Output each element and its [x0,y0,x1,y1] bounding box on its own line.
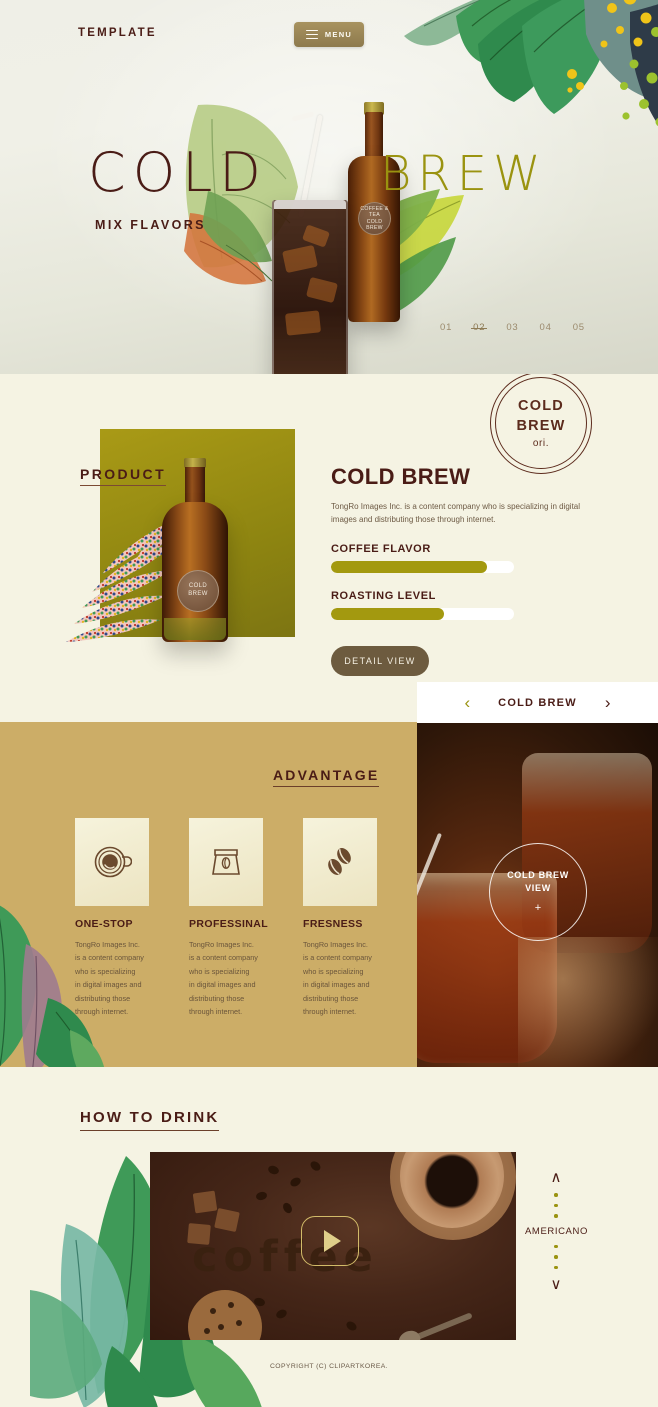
chevron-left-icon[interactable]: ‹ [465,694,471,711]
badge-line-1: COLD [518,397,564,414]
pager-item-02[interactable]: 02 [471,322,488,333]
bar-label-coffee-flavor: COFFEE FLAVOR [331,543,431,556]
hero-section: TEMPLATE MENU COFFEE & TEA COLD BREW COL… [0,0,658,374]
hero-slide-pagination[interactable]: 01 02 03 04 05 [440,322,585,333]
chocolate-cube [214,1207,240,1233]
bar-fill-coffee-flavor [331,561,487,574]
pager-item-04[interactable]: 04 [540,322,552,333]
chevron-right-icon[interactable]: › [605,694,611,711]
chocolate-cube [192,1190,218,1214]
play-icon [323,1230,341,1252]
hero-bottle: COFFEE & TEA COLD BREW [348,98,400,322]
how-to-drink-label: HOW TO DRINK [80,1109,220,1131]
cold-brew-carousel-nav: ‹ COLD BREW › [417,682,658,723]
cold-brew-view-button[interactable]: COLD BREW VIEW + [489,843,587,941]
coffee-cup-icon [94,846,132,878]
pager-item-05[interactable]: 05 [573,322,585,333]
bar-label-roasting-level: ROASTING LEVEL [331,590,436,603]
coffee-bean [308,1159,323,1173]
bottle-label-top: COFFEE & TEA [360,205,389,219]
badge-line-2: BREW [516,417,566,434]
advantage-icon-box [303,818,377,906]
copyright-text: COPYRIGHT (C) CLIPARTKOREA. [269,1363,389,1370]
bar-track-roasting-level [331,608,514,621]
coffee-bean [274,1308,289,1320]
advantage-section: ADVANTAGE ONE-STOP TongRo Images Inc. is… [0,722,417,1067]
view-circle-line-1: COLD BREW [507,870,569,880]
advantage-icon-box [75,818,149,906]
tropical-leaves-decoration-advantage-left [0,902,106,1067]
side-nav-dots-above [525,1193,587,1218]
bottle-label-line2: BREW [366,225,383,231]
advantage-card-desc: TongRo Images Inc. is a content company … [189,940,258,1017]
chevron-up-icon[interactable]: ∧ [525,1170,587,1185]
view-circle-line-2: VIEW [525,883,551,893]
advantage-card-list: ONE-STOP TongRo Images Inc. is a content… [75,818,377,1019]
product-bottle-label-line1: COLD [188,583,208,590]
plus-icon: + [534,902,542,914]
product-description: TongRo Images Inc. is a content company … [331,502,581,525]
advantage-card-title: PROFESSINAL [189,918,269,930]
advantage-card-fresness: FRESNESS TongRo Images Inc. is a content… [303,818,377,1019]
how-to-drink-video[interactable]: coffee [150,1152,516,1340]
product-section-label: PRODUCT [80,466,167,486]
cold-brew-badge: COLD BREW ori. [490,374,592,474]
product-info: COLD BREW TongRo Images Inc. is a conten… [331,464,631,677]
cookie [188,1290,262,1340]
bar-track-coffee-flavor [331,561,514,574]
menu-button-label: MENU [324,30,353,39]
advantage-section-label: ADVANTAGE [273,767,380,787]
advantage-card-desc: TongRo Images Inc. is a content company … [303,940,372,1017]
badge-line-3: ori. [532,438,550,450]
advantage-icon-box [189,818,263,906]
cold-brew-nav-label: COLD BREW [498,696,577,709]
straw-bend [291,111,315,122]
coffee-beans-icon [328,848,351,875]
pager-item-03[interactable]: 03 [506,322,518,333]
product-bottle-foot [164,618,226,640]
product-bottle-label-line2: BREW [188,591,208,597]
spoon [411,1312,473,1340]
pager-item-01[interactable]: 01 [440,322,452,333]
menu-button[interactable]: MENU [294,22,364,47]
side-nav-dots-below [525,1244,587,1269]
site-logo[interactable]: TEMPLATE [78,27,157,39]
coffee-bean [281,1201,294,1215]
advantage-card-professinal: PROFESSINAL TongRo Images Inc. is a cont… [189,818,269,1019]
hero-title-cold: COLD [88,141,268,204]
chevron-down-icon[interactable]: ∨ [525,1277,587,1292]
coffee-bag-icon [212,849,240,875]
hero-subtitle: MIX FLAVORS [95,218,206,232]
play-button[interactable] [301,1216,359,1266]
landing-page: TEMPLATE MENU COFFEE & TEA COLD BREW COL… [0,0,658,1407]
hero-glass [272,200,348,374]
drink-side-navigation: ∧ AMERICANO ∨ [525,1170,587,1292]
advantage-card-title: FRESNESS [303,918,363,930]
coffee-bean [255,1190,268,1202]
coffee-bean [344,1319,359,1333]
advantage-photo: COLD BREW VIEW + [417,723,658,1067]
coffee-bean [266,1164,281,1176]
bottle-label: COFFEE & TEA COLD BREW [358,202,391,235]
hamburger-icon [305,29,318,40]
product-section: PRODUCT COLD BREW COLD BREW ori. COLD BR… [0,374,658,722]
product-bottle-image: COLD BREW [162,458,228,642]
hero-title-brew: BREW [380,146,547,202]
coffee-grains [518,937,658,1067]
coffee-bean [288,1175,303,1189]
detail-view-button[interactable]: DETAIL VIEW [331,646,429,677]
side-nav-current-label: AMERICANO [525,1225,588,1237]
product-title: COLD BREW [331,464,471,489]
bar-fill-roasting-level [331,608,445,621]
product-bottle-label: COLD BREW [177,570,219,612]
hero-product-image: COFFEE & TEA COLD BREW [250,88,460,374]
